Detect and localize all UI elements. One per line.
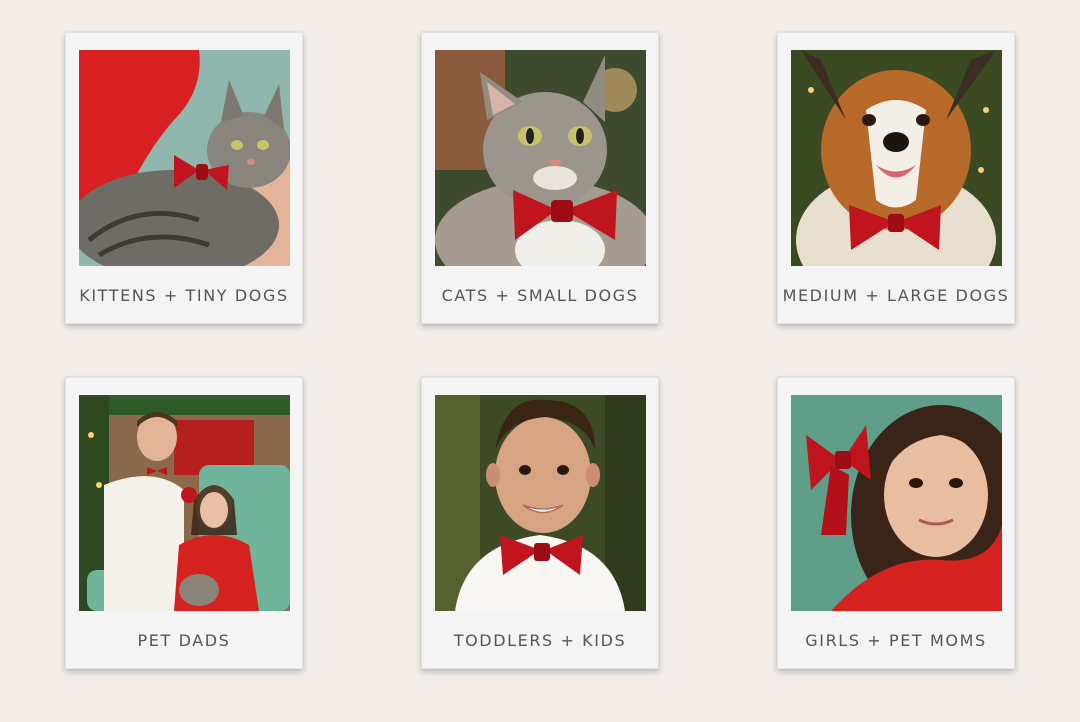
polaroid-card-dogs[interactable]: MEDIUM + LARGE DOGS xyxy=(777,32,1015,324)
polaroid-card-pet-dads[interactable]: PET DADS xyxy=(65,377,303,669)
polaroid-card-girls-pet-moms[interactable]: GIRLS + PET MOMS xyxy=(777,377,1015,669)
family-illustration xyxy=(79,395,290,611)
cat-illustration xyxy=(435,50,646,266)
polaroid-card-toddlers-kids[interactable]: TODDLERS + KIDS xyxy=(421,377,659,669)
photo-cat-with-bow xyxy=(435,50,646,266)
girl-illustration xyxy=(791,395,1002,611)
card-caption: KITTENS + TINY DOGS xyxy=(79,286,289,305)
photo-dog-with-bow xyxy=(791,50,1002,266)
photo-boy-with-bow-tie xyxy=(435,395,646,611)
card-caption: CATS + SMALL DOGS xyxy=(441,286,639,305)
polaroid-card-kittens[interactable]: KITTENS + TINY DOGS xyxy=(65,32,303,324)
card-caption: MEDIUM + LARGE DOGS xyxy=(782,286,1010,305)
card-caption: PET DADS xyxy=(137,631,231,650)
polaroid-card-cats[interactable]: CATS + SMALL DOGS xyxy=(421,32,659,324)
card-caption: GIRLS + PET MOMS xyxy=(805,631,987,650)
dog-illustration xyxy=(791,50,1002,266)
kitten-illustration xyxy=(79,50,290,266)
photo-girl-with-hair-bow xyxy=(791,395,1002,611)
card-caption: TODDLERS + KIDS xyxy=(453,631,627,650)
photo-kitten-with-bow xyxy=(79,50,290,266)
boy-illustration xyxy=(435,395,646,611)
photo-dad-and-daughter xyxy=(79,395,290,611)
